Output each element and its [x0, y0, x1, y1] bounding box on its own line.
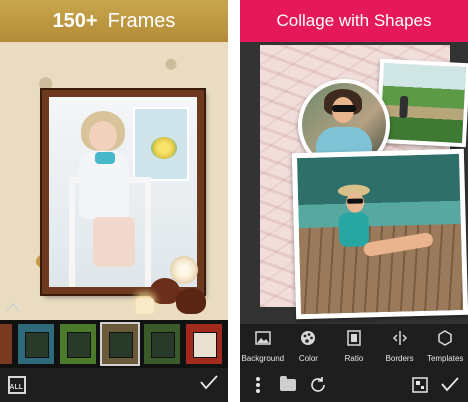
sunglasses: [347, 198, 364, 204]
tool-label: Templates: [426, 354, 464, 363]
candle-decoration: [136, 298, 154, 314]
collage-toolbar: Background Color Ratio Borders Templates: [240, 324, 468, 370]
chevron-up-icon[interactable]: [4, 298, 22, 316]
frame-thumbnail[interactable]: [186, 324, 222, 364]
borders-tool[interactable]: Borders: [377, 324, 423, 370]
tool-label: Ratio: [344, 354, 364, 363]
color-tool[interactable]: Color: [286, 324, 332, 370]
frame-thumbnail[interactable]: [0, 324, 12, 364]
all-frames-icon[interactable]: ALL: [8, 376, 26, 394]
girl-legs: [93, 217, 135, 267]
banner-title: Collage with Shapes: [276, 11, 432, 30]
collage-canvas[interactable]: [240, 42, 468, 324]
girl-face: [89, 121, 117, 151]
collage-photo-dock[interactable]: [291, 148, 468, 320]
collage-photo-path[interactable]: [375, 58, 468, 148]
banner-title: Frames: [107, 9, 176, 32]
tool-label: Color: [298, 354, 318, 363]
flowers-decoration: [151, 137, 177, 159]
top: [338, 212, 370, 248]
frame-thumbnail[interactable]: [18, 324, 54, 364]
collage-banner: Collage with Shapes: [240, 0, 468, 42]
ratio-icon: [345, 330, 363, 348]
check-icon[interactable]: [200, 374, 218, 395]
hexagon-icon: [436, 330, 454, 348]
grid-icon[interactable]: [410, 376, 430, 396]
frame-thumbnail[interactable]: [144, 324, 180, 364]
refresh-icon[interactable]: [308, 376, 328, 396]
girl-bow: [95, 152, 115, 164]
tool-label: Background: [241, 354, 285, 363]
frame-thumbnail[interactable]: [60, 324, 96, 364]
person-figure: [399, 95, 409, 119]
ratio-tool[interactable]: Ratio: [331, 324, 377, 370]
sunglasses: [332, 105, 356, 112]
frames-screen: 150+ Frames ALL: [0, 0, 228, 402]
stamp-paper-background: [260, 45, 468, 320]
heart-decoration: [176, 288, 206, 314]
all-label: ALL: [9, 384, 23, 391]
frames-banner: 150+ Frames: [0, 0, 228, 42]
frame-preview[interactable]: [0, 42, 228, 320]
image-icon: [254, 330, 272, 348]
templates-tool[interactable]: Templates: [422, 324, 468, 370]
frame-thumbnail-strip[interactable]: [0, 320, 228, 368]
folder-icon[interactable]: [280, 376, 296, 391]
collage-screen: Collage with Shapes Background Color Rat…: [240, 0, 468, 402]
dock-planks: [298, 223, 464, 319]
check-icon[interactable]: [440, 376, 460, 396]
borders-icon: [391, 330, 409, 348]
collage-bottom-bar: [240, 370, 468, 402]
tool-label: Borders: [385, 354, 414, 363]
frame-thumbnail-selected[interactable]: [100, 322, 140, 366]
palette-icon: [299, 330, 317, 348]
banner-number: 150+: [52, 9, 98, 32]
more-vert-icon[interactable]: [248, 376, 268, 396]
frames-bottom-bar: ALL: [0, 368, 228, 402]
background-tool[interactable]: Background: [240, 324, 286, 370]
